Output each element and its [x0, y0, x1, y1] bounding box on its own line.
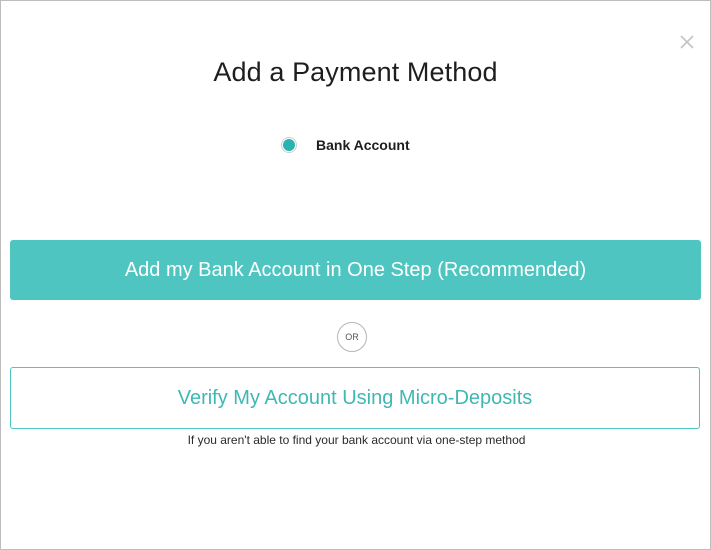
modal-title: Add a Payment Method — [213, 57, 498, 87]
bank-account-option[interactable]: Bank Account — [281, 134, 410, 156]
add-bank-one-step-button[interactable]: Add my Bank Account in One Step (Recomme… — [10, 240, 701, 300]
close-icon-glyph — [680, 35, 694, 49]
bank-account-radio[interactable] — [281, 137, 297, 153]
helper-text: If you aren't able to find your bank acc… — [187, 433, 526, 447]
payment-method-modal: Add a Payment Method Bank Account Add my… — [0, 0, 711, 550]
close-icon[interactable] — [676, 31, 698, 53]
verify-micro-deposits-button[interactable]: Verify My Account Using Micro-Deposits — [10, 367, 700, 429]
bank-account-label: Bank Account — [316, 137, 410, 153]
radio-selected-dot — [283, 139, 295, 151]
or-divider: OR — [337, 322, 367, 352]
